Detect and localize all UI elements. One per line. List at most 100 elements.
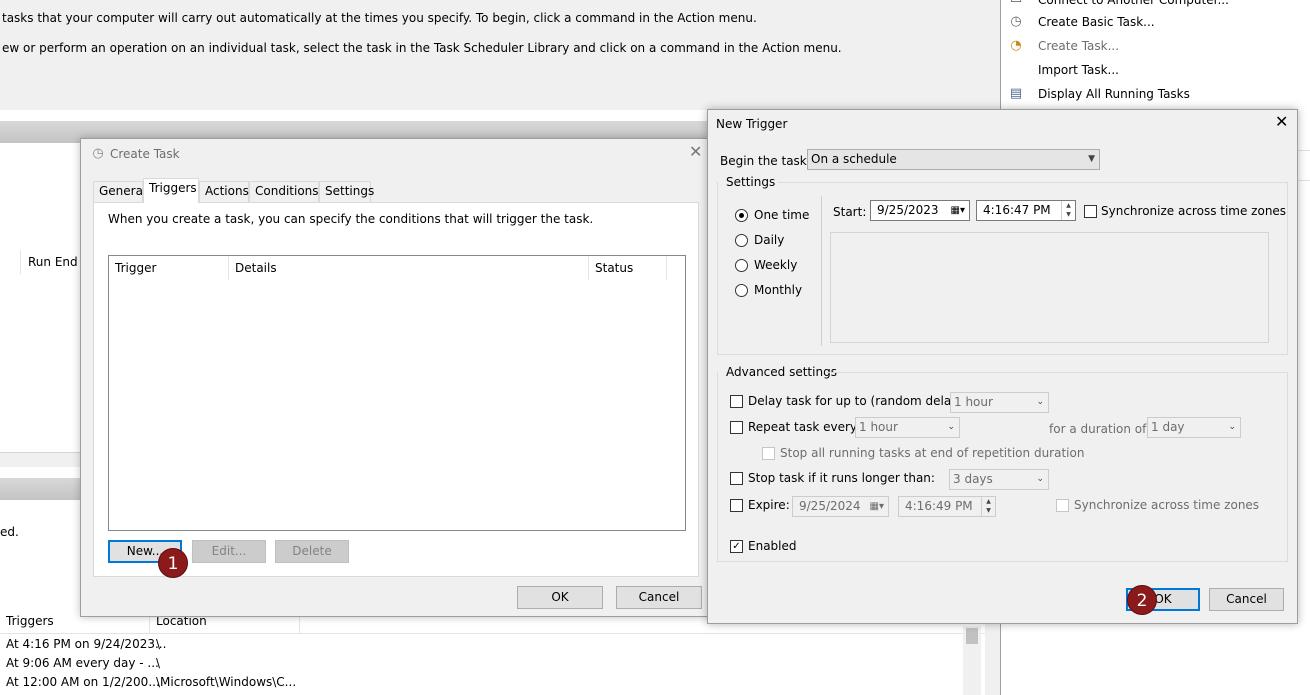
expire-sync-label: Synchronize across time zones [1074,498,1260,512]
status-column-header[interactable]: Status [589,256,667,280]
monthly-radio[interactable] [735,284,748,297]
begin-task-select[interactable]: On a schedule ▼ [807,149,1100,170]
clock-icon: ◷ [92,146,104,161]
row-location: \ [156,656,161,670]
description-area: tasks that your computer will carry out … [0,0,985,110]
enabled-label[interactable]: Enabled [748,538,797,554]
time-spinner[interactable]: ▲ ▼ [981,497,995,516]
stop-longer-value: 3 days [953,472,993,486]
repeat-task-label[interactable]: Repeat task every: [748,419,860,435]
weekly-label[interactable]: Weekly [754,257,797,273]
stop-running-tasks-checkbox[interactable] [762,447,775,460]
delay-task-select[interactable]: 1 hour ⌄ [950,392,1049,413]
action-import-task[interactable]: Import Task... [1006,61,1306,79]
daily-radio[interactable] [735,234,748,247]
column-divider [20,250,21,274]
duration-label: for a duration of: [1049,422,1150,436]
triggers-intro-text: When you create a task, you can specify … [108,212,594,226]
step-badge-2: 2 [1127,585,1157,615]
run-end-column-header[interactable]: Run End [28,254,78,270]
sync-time-zones-label[interactable]: Synchronize across time zones [1101,203,1286,219]
expire-date-picker[interactable]: 9/25/2024 ▦▾ [792,496,889,517]
expire-time-value: 4:16:49 PM [905,499,973,513]
row-triggers: At 9:06 AM every day - ... [6,656,159,670]
stop-running-tasks-label: Stop all running tasks at end of repetit… [780,446,1085,460]
one-time-label[interactable]: One time [754,207,809,223]
edit-trigger-button[interactable]: Edit... [192,540,266,563]
tab-triggers[interactable]: Triggers [143,178,199,203]
divider [778,182,1288,183]
ok-button[interactable]: OK [517,586,603,609]
repeat-interval-select[interactable]: 1 hour ⌄ [855,417,960,438]
time-spinner[interactable]: ▲ ▼ [1061,201,1075,220]
dialog-title: Create Task [110,147,180,161]
expire-checkbox[interactable] [730,499,743,512]
action-display-running-tasks[interactable]: ▤ Display All Running Tasks [1006,85,1306,103]
create-task-icon: ◔ [1010,38,1022,53]
scrollbar-thumb[interactable] [966,628,978,644]
start-time-field[interactable]: 4:16:47 PM ▲ ▼ [976,200,1076,221]
delay-task-checkbox[interactable] [730,395,743,408]
computer-icon: ▭ [1008,0,1024,8]
row-location: \ [156,637,161,651]
row-location: \Microsoft\Windows\C... [156,675,297,689]
one-time-radio[interactable] [735,209,748,222]
action-label: Display All Running Tasks [1038,87,1190,101]
new-trigger-dialog: New Trigger ✕ Begin the task: On a sched… [707,109,1298,624]
action-label: Connect to Another Computer... [1038,0,1229,7]
trigger-column-header[interactable]: Trigger [109,256,229,280]
tab-conditions[interactable]: Conditions [249,181,319,202]
action-create-task[interactable]: ◔ Create Task... [1006,37,1306,55]
chevron-down-icon: ⌄ [1228,422,1236,432]
tab-actions[interactable]: Actions [199,181,249,202]
stop-task-longer-checkbox[interactable] [730,472,743,485]
details-column-header[interactable]: Details [229,256,589,280]
basic-task-icon: ◷ [1010,14,1022,29]
monthly-label[interactable]: Monthly [754,282,802,298]
expire-time-field[interactable]: 4:16:49 PM ▲ ▼ [898,496,996,517]
expire-sync-checkbox[interactable] [1056,499,1069,512]
expire-date-value: 9/25/2024 [799,499,861,513]
tab-general[interactable]: General [93,181,146,202]
stop-task-longer-label[interactable]: Stop task if it runs longer than: [748,470,935,486]
calendar-icon[interactable]: ▦▾ [870,497,884,516]
sync-time-zones-checkbox[interactable] [1084,205,1097,218]
repeat-task-checkbox[interactable] [730,421,743,434]
chevron-down-icon: ⌄ [1036,474,1044,484]
action-label: Create Basic Task... [1038,15,1155,29]
cancel-button[interactable]: Cancel [1209,588,1284,611]
stop-task-longer-select[interactable]: 3 days ⌄ [949,469,1049,490]
triggers-tab-panel: When you create a task, you can specify … [93,202,699,577]
chevron-down-icon: ▼ [1088,154,1095,164]
delete-trigger-button[interactable]: Delete [275,540,349,563]
weekly-radio[interactable] [735,259,748,272]
chevron-down-icon: ⌄ [1036,397,1044,407]
start-date-value: 9/25/2023 [877,203,939,217]
triggers-column-header[interactable]: Triggers [6,613,54,629]
action-create-basic-task[interactable]: ◷ Create Basic Task... [1006,13,1306,31]
daily-label[interactable]: Daily [754,232,784,248]
description-line-1: tasks that your computer will carry out … [2,11,757,25]
action-label: Import Task... [1038,63,1119,77]
table-row[interactable]: At 12:00 AM on 1/2/200... \Microsoft\Win… [0,673,960,692]
duration-select[interactable]: 1 day ⌄ [1147,417,1241,438]
expire-label[interactable]: Expire: [748,497,790,513]
action-connect-computer[interactable]: ▭ Connect to Another Computer... [1006,0,1306,8]
partial-status-text: ed. [0,525,19,539]
delay-task-label[interactable]: Delay task for up to (random delay): [748,393,967,409]
step-badge-1: 1 [158,548,188,578]
enabled-checkbox[interactable]: ✓ [730,540,743,553]
close-icon[interactable]: ✕ [1275,114,1288,130]
action-label: Create Task... [1038,39,1120,53]
trigger-list[interactable]: Trigger Details Status [108,255,686,531]
begin-task-value: On a schedule [811,152,897,166]
table-row[interactable]: At 9:06 AM every day - ... \ [0,654,960,673]
calendar-icon[interactable]: ▦▾ [951,201,965,220]
row-triggers: At 12:00 AM on 1/2/200... [6,675,160,689]
tab-settings[interactable]: Settings [319,181,374,202]
table-row[interactable]: At 4:16 PM on 9/24/2023... \ [0,635,960,654]
start-date-picker[interactable]: 9/25/2023 ▦▾ [870,200,970,221]
schedule-options-area [830,232,1269,343]
close-icon[interactable]: ✕ [689,144,702,160]
cancel-button[interactable]: Cancel [616,586,702,609]
